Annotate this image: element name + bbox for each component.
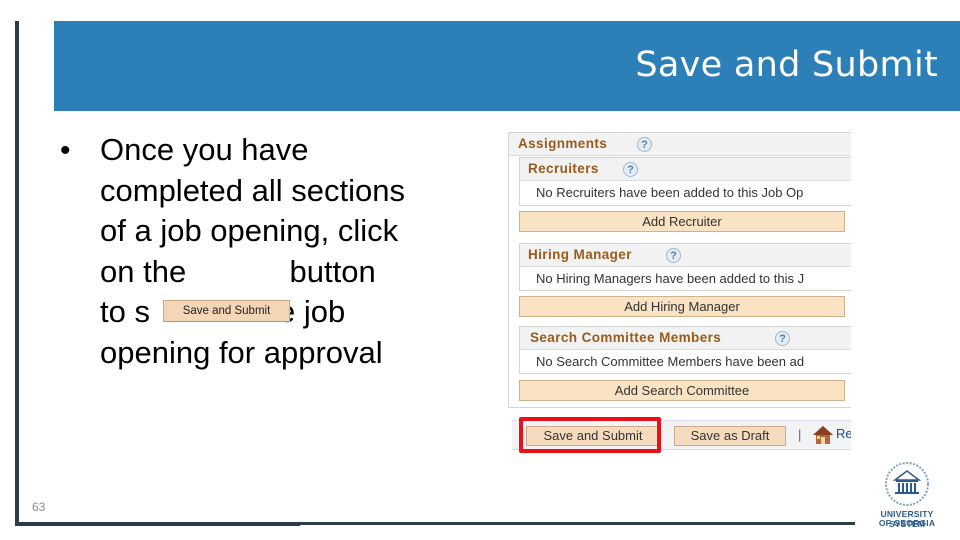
add-hiring-manager-button[interactable]: Add Hiring Manager — [519, 296, 845, 317]
logo-line-2: OF GEORGIA — [878, 518, 936, 528]
return-link[interactable]: Re — [836, 426, 851, 441]
slide-number: 63 — [32, 500, 46, 514]
recruiters-section: Recruiters ? No Recruiters have been add… — [519, 157, 851, 206]
bullet-line: to se job — [100, 292, 500, 333]
bullet-line: Once you have — [100, 132, 309, 167]
add-search-committee-button[interactable]: Add Search Committee — [519, 380, 845, 401]
search-committee-header: Search Committee Members ? — [520, 327, 851, 350]
bottom-border-rule — [15, 522, 300, 526]
help-icon[interactable]: ? — [775, 331, 790, 346]
search-committee-empty-message: No Search Committee Members have been ad — [536, 354, 805, 369]
assignments-panel: Assignments ? Recruiters ? No Recruiters… — [508, 132, 851, 408]
highlight-box — [519, 417, 661, 453]
bullet-text: Once you have completed all sections of … — [100, 130, 500, 373]
left-border-rule — [15, 21, 19, 526]
save-as-draft-button[interactable]: Save as Draft — [674, 426, 786, 446]
hiring-manager-section: Hiring Manager ? No Hiring Managers have… — [519, 243, 851, 291]
bullet-icon: • — [60, 134, 71, 167]
search-committee-section: Search Committee Members ? No Search Com… — [519, 326, 851, 374]
search-committee-title: Search Committee Members — [530, 330, 722, 345]
recruiters-title: Recruiters — [528, 161, 599, 176]
title-band: Save and Submit — [54, 21, 960, 111]
usg-logo: UNIVERSITY SYSTEM OF GEORGIA — [862, 460, 952, 530]
bullet-line: of a job opening, click — [100, 213, 399, 248]
hiring-manager-title: Hiring Manager — [528, 247, 632, 262]
inline-save-and-submit-image: Save and Submit — [163, 300, 290, 322]
home-icon[interactable] — [812, 425, 834, 445]
bottom-border-rule-thin — [300, 522, 855, 525]
help-icon[interactable]: ? — [666, 248, 681, 263]
add-recruiter-button[interactable]: Add Recruiter — [519, 211, 845, 232]
bullet-line: on the button — [100, 253, 376, 289]
help-icon[interactable]: ? — [637, 137, 652, 152]
bullet-line: completed all sections — [100, 172, 405, 208]
bullet-line-part: to s — [100, 294, 150, 329]
hiring-manager-empty-message: No Hiring Managers have been added to th… — [536, 271, 805, 286]
separator: | — [798, 427, 802, 442]
peoplesoft-screenshot: Assignments ? Recruiters ? No Recruiters… — [508, 132, 851, 450]
bullet-line: opening for approval — [100, 334, 383, 370]
university-building-icon — [885, 462, 929, 506]
recruiters-header: Recruiters ? — [520, 158, 851, 181]
assignments-header: Assignments ? — [509, 133, 851, 156]
slide-title: Save and Submit — [635, 45, 938, 85]
assignments-title: Assignments — [518, 136, 608, 151]
help-icon[interactable]: ? — [623, 162, 638, 177]
hiring-manager-header: Hiring Manager ? — [520, 244, 851, 267]
recruiters-empty-message: No Recruiters have been added to this Jo… — [536, 185, 804, 200]
